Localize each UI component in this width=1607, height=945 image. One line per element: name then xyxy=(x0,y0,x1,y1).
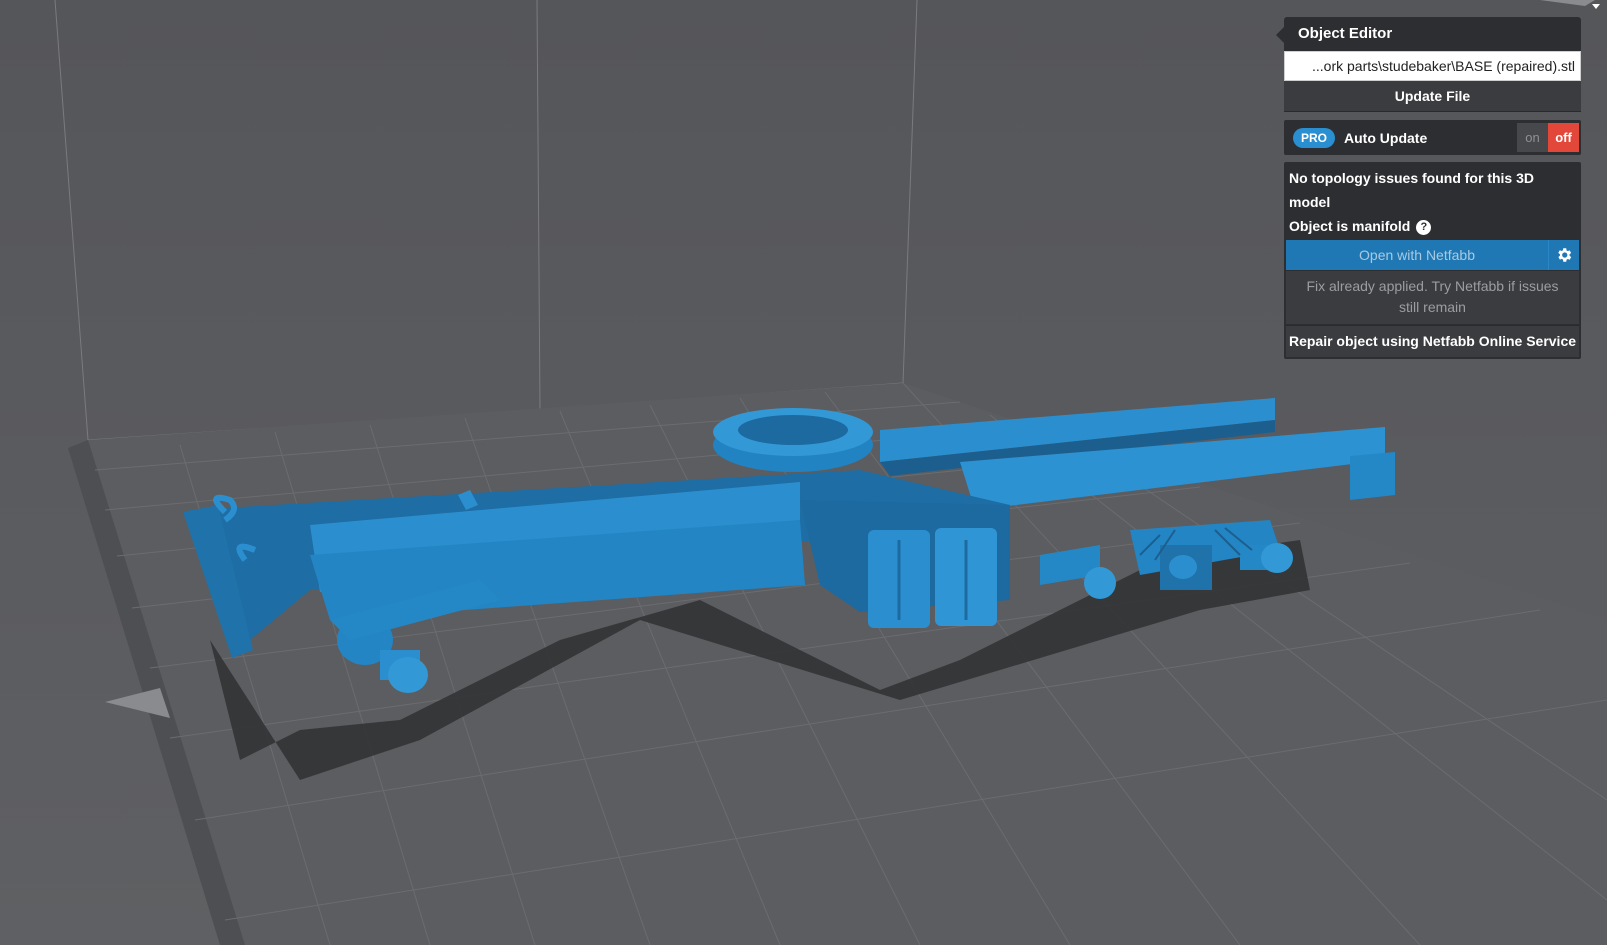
object-editor-panel: Object Editor Update File PRO Auto Updat… xyxy=(1276,17,1581,359)
auto-update-row: PRO Auto Update on off xyxy=(1284,120,1581,155)
topology-status-box: No topology issues found for this 3D mod… xyxy=(1284,162,1581,359)
pro-badge: PRO xyxy=(1293,127,1336,148)
topology-status-text: No topology issues found for this 3D mod… xyxy=(1289,170,1534,210)
manifold-status-text: Object is manifold xyxy=(1289,218,1411,234)
repair-netfabb-online-button[interactable]: Repair object using Netfabb Online Servi… xyxy=(1286,325,1579,357)
file-path-field[interactable] xyxy=(1284,51,1581,81)
panel-pointer xyxy=(1276,27,1284,43)
open-with-netfabb-button[interactable]: Open with Netfabb xyxy=(1286,240,1548,270)
help-icon[interactable]: ? xyxy=(1416,220,1432,235)
update-file-button[interactable]: Update File xyxy=(1284,81,1581,112)
fix-applied-note: Fix already applied. Try Netfabb if issu… xyxy=(1286,271,1579,324)
auto-update-label: Auto Update xyxy=(1344,129,1428,146)
panel-title: Object Editor xyxy=(1284,17,1581,51)
auto-update-toggle[interactable]: on off xyxy=(1517,123,1579,152)
toggle-on-option[interactable]: on xyxy=(1517,123,1548,152)
toggle-off-option[interactable]: off xyxy=(1548,123,1579,152)
gear-icon[interactable] xyxy=(1548,240,1579,270)
netfabb-row: Open with Netfabb xyxy=(1286,240,1579,270)
manifold-status: Object is manifold? xyxy=(1286,214,1579,238)
